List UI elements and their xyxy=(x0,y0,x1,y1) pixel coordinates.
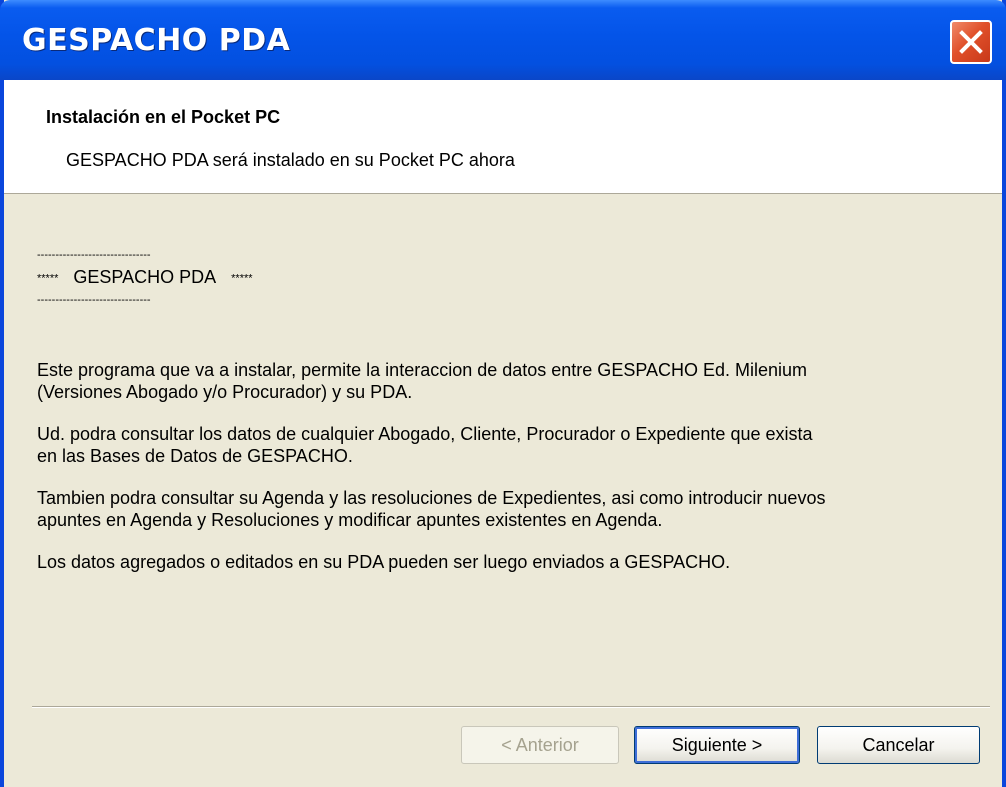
close-button[interactable] xyxy=(950,20,992,64)
previous-button[interactable]: < Anterior xyxy=(461,726,619,764)
paragraph-2-line-1: Ud. podra consultar los datos de cualqui… xyxy=(37,424,813,445)
description-text: ------------------------------- ***** GE… xyxy=(37,248,967,573)
button-separator xyxy=(32,706,990,708)
paragraph-4-line-1: Los datos agregados o editados en su PDA… xyxy=(37,552,731,573)
step-subtitle: GESPACHO PDA será instalado en su Pocket… xyxy=(66,150,515,170)
banner-stars-right: ***** xyxy=(231,272,253,285)
product-banner: ***** GESPACHO PDA ***** xyxy=(37,266,967,289)
window-title: GESPACHO PDA xyxy=(22,23,291,58)
paragraph-3-line-2: apuntes en Agenda y Resoluciones y modif… xyxy=(37,510,663,531)
title-bar[interactable]: GESPACHO PDA xyxy=(0,0,1006,80)
paragraph-1-line-1: Este programa que va a instalar, permite… xyxy=(37,360,808,381)
header-panel: Instalación en el Pocket PC GESPACHO PDA… xyxy=(4,80,1002,194)
banner-text: GESPACHO PDA xyxy=(73,267,217,287)
paragraph-3-line-1: Tambien podra consultar su Agenda y las … xyxy=(37,488,826,509)
cancel-button[interactable]: Cancelar xyxy=(817,726,980,764)
installer-window: GESPACHO PDA Instalación en el Pocket PC… xyxy=(0,0,1006,787)
next-button[interactable]: Siguiente > xyxy=(634,726,800,764)
dash-line-top: ------------------------------- xyxy=(37,249,151,261)
banner-stars-left: ***** xyxy=(37,272,59,285)
step-title: Instalación en el Pocket PC xyxy=(46,107,281,127)
paragraph-1-line-2: (Versiones Abogado y/o Procurador) y su … xyxy=(37,382,413,403)
paragraph-2-line-2: en las Bases de Datos de GESPACHO. xyxy=(37,446,353,467)
dash-line-bottom: ------------------------------- xyxy=(37,294,151,307)
close-icon xyxy=(959,30,983,54)
